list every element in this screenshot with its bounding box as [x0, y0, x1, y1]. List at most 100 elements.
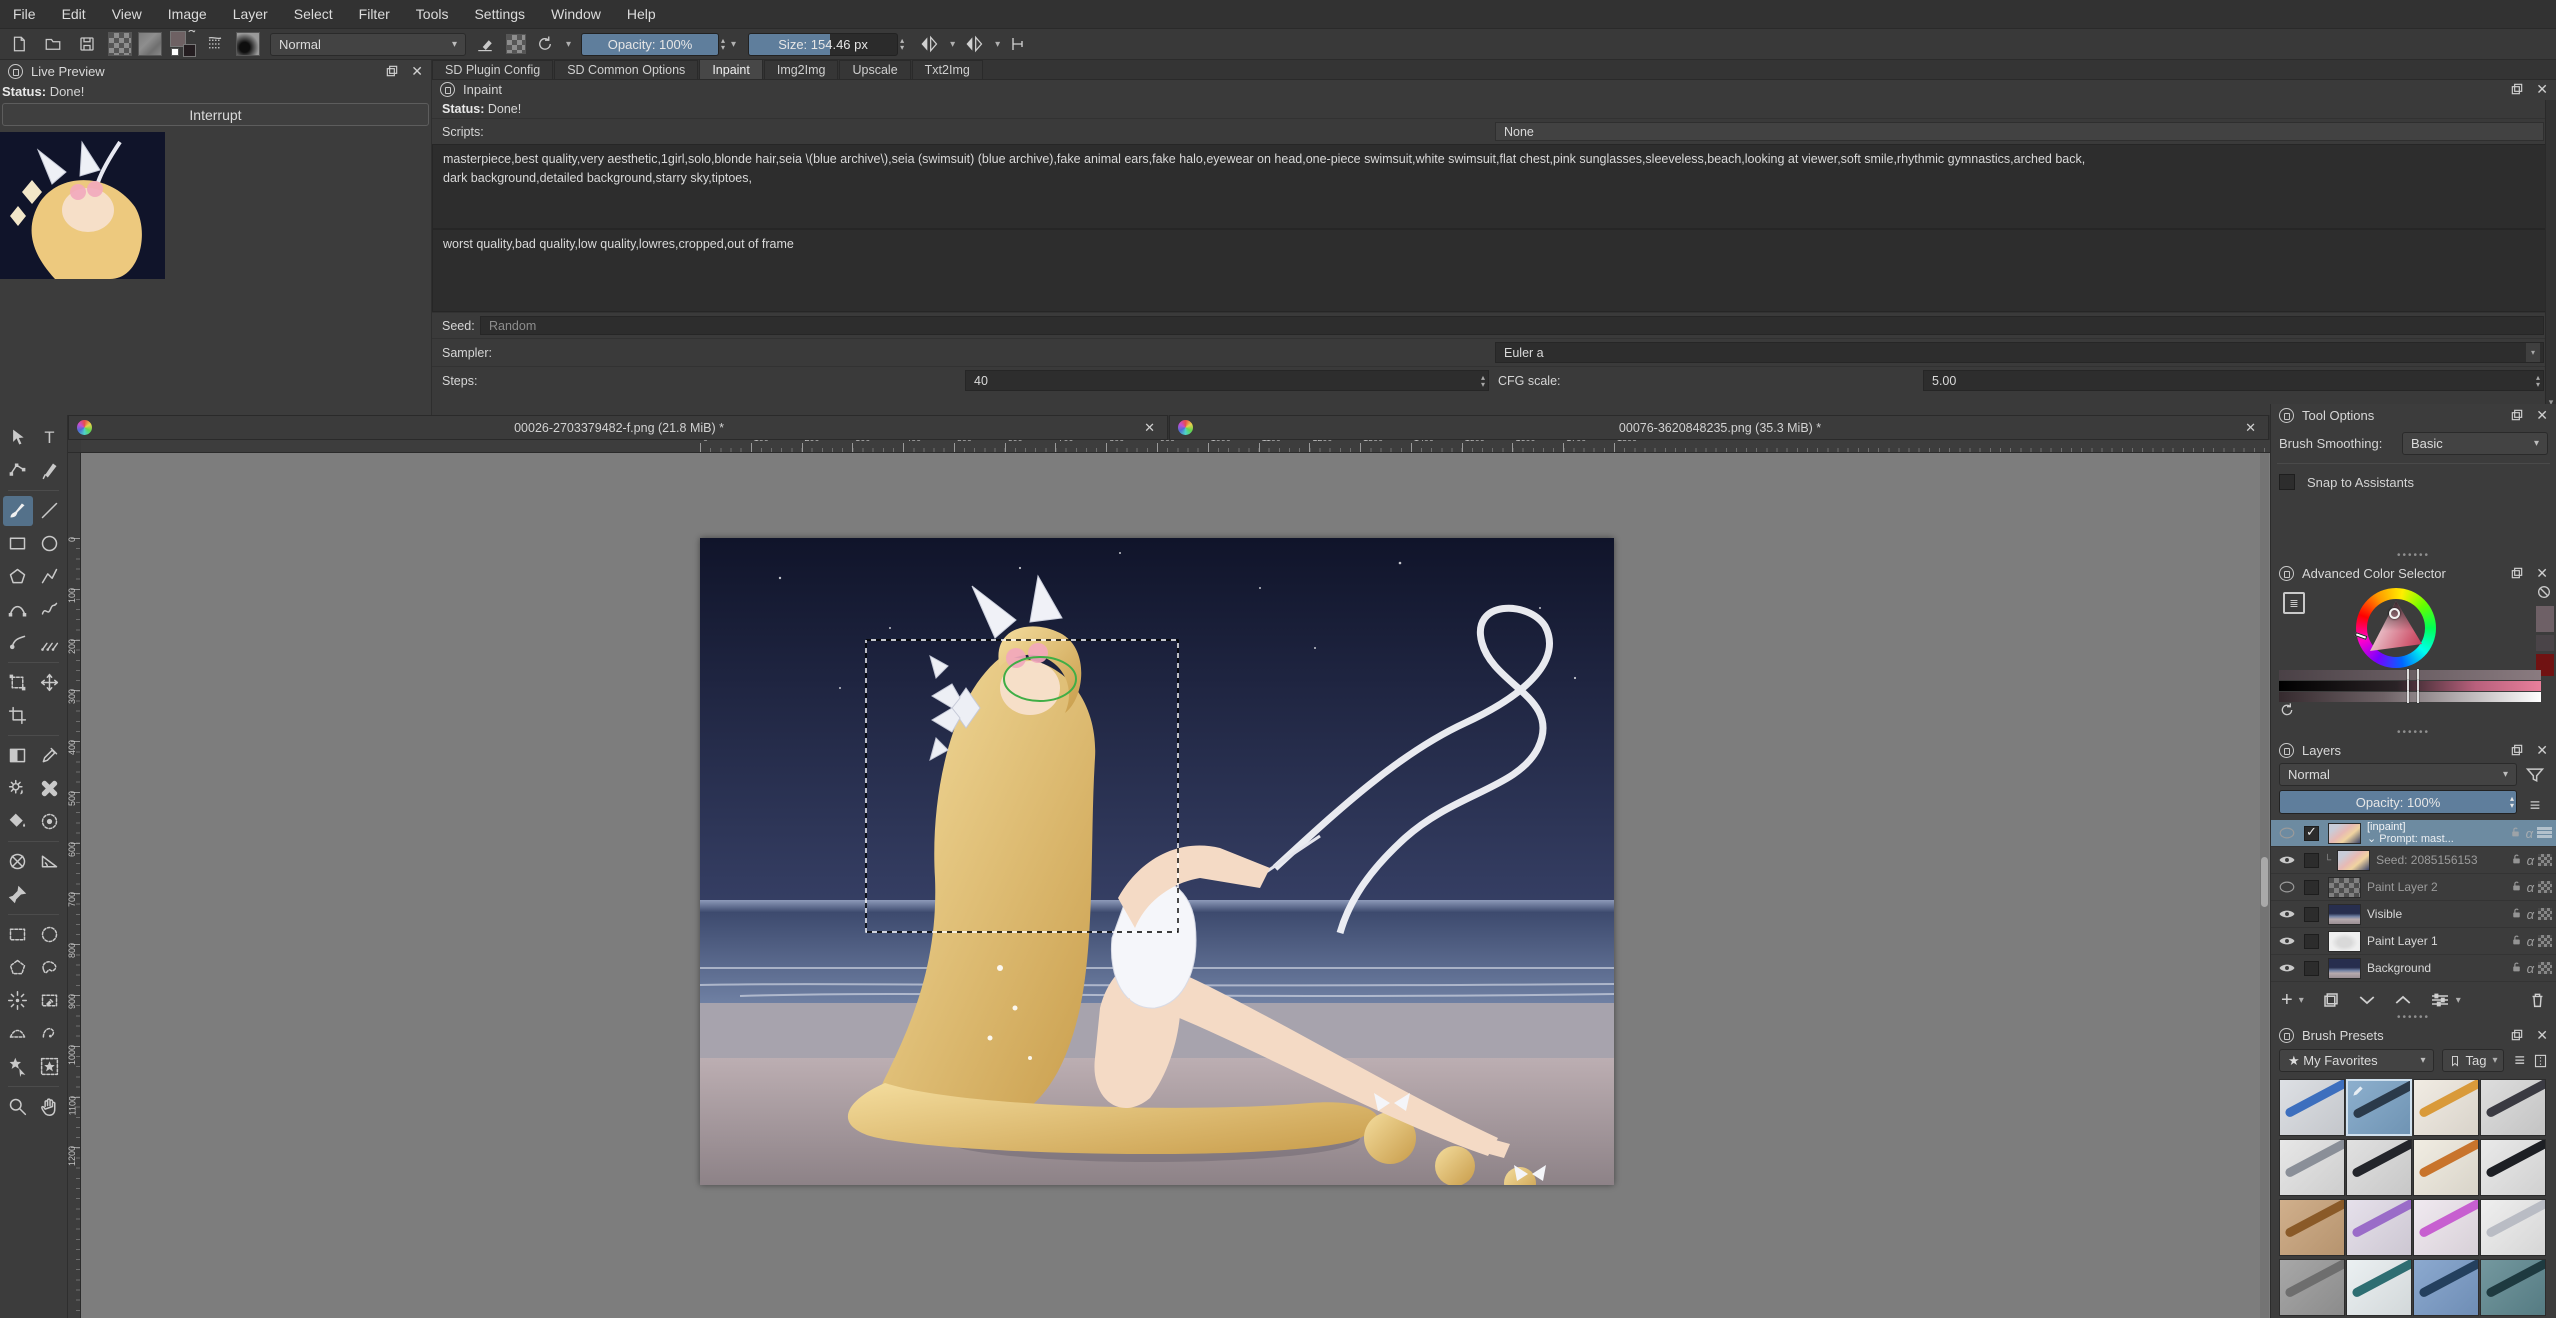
layer-row-4[interactable]: Visibleα	[2271, 901, 2556, 928]
close-tab-icon[interactable]: ✕	[2241, 420, 2260, 436]
close-tab-icon[interactable]: ✕	[1140, 420, 1159, 436]
layer-visible-icon[interactable]	[2275, 853, 2299, 867]
tab-sd-common-options[interactable]: SD Common Options	[554, 60, 698, 79]
menu-help[interactable]: Help	[614, 0, 669, 29]
docker-resize-handle[interactable]: ••••••	[2271, 552, 2556, 562]
layer-lock-icon[interactable]	[2510, 960, 2523, 977]
layer-inherit-alpha-icon[interactable]	[2538, 935, 2552, 947]
reference-images-tool-icon[interactable]	[3, 880, 33, 910]
layer-row-5[interactable]: Paint Layer 1α	[2271, 928, 2556, 955]
canvas-viewport[interactable]	[81, 453, 2270, 1318]
move-layer-down-button[interactable]	[2358, 993, 2376, 1007]
assistants-tool-icon[interactable]	[3, 847, 33, 877]
delete-layer-button[interactable]	[2529, 991, 2546, 1009]
interrupt-button[interactable]: Interrupt	[2, 103, 429, 126]
brush-smoothing-dropdown[interactable]: Basic▾	[2402, 432, 2548, 455]
document-tab-1[interactable]: 00026-2703379482-f.png (21.8 MiB) *✕	[68, 415, 1168, 440]
tab-sd-plugin-config[interactable]: SD Plugin Config	[432, 60, 553, 79]
fill-tool-icon[interactable]	[3, 807, 33, 837]
star-select-tool-icon[interactable]	[3, 1052, 33, 1082]
freehand-path-tool-icon[interactable]	[35, 595, 65, 625]
calligraphy-tool-icon[interactable]	[35, 456, 65, 486]
no-color-icon[interactable]	[2536, 584, 2552, 600]
layer-inherit-alpha-icon[interactable]	[2538, 962, 2552, 974]
layer-lock-icon[interactable]	[2510, 852, 2523, 869]
wrap-around-icon[interactable]	[1004, 31, 1034, 57]
tab-img2img[interactable]: Img2Img	[764, 60, 839, 79]
layer-hidden-icon[interactable]	[2275, 826, 2299, 840]
float-docker-icon[interactable]	[385, 64, 399, 78]
layer-checkbox[interactable]	[2304, 853, 2319, 868]
document-tab-2[interactable]: 00076-3620848235.png (35.3 MiB) *✕	[1169, 415, 2269, 440]
close-docker-icon[interactable]: ✕	[411, 64, 423, 78]
brush-preset-12[interactable]	[2480, 1199, 2546, 1256]
brush-preset-4[interactable]	[2480, 1079, 2546, 1136]
reload-preset-icon[interactable]	[530, 31, 560, 57]
menu-filter[interactable]: Filter	[346, 0, 403, 29]
docker-lock-icon[interactable]	[2279, 408, 2294, 423]
layer-alpha-icon[interactable]: α	[2527, 853, 2534, 868]
layer-blend-mode-dropdown[interactable]: Normal▾	[2279, 763, 2517, 786]
line-tool-icon[interactable]	[35, 496, 65, 526]
opacity-spin[interactable]: ▴▾	[721, 37, 725, 51]
size-spin[interactable]: ▴▾	[900, 37, 904, 51]
layer-inherit-alpha-icon[interactable]	[2538, 854, 2552, 866]
brush-preset-5[interactable]	[2279, 1139, 2345, 1196]
text-tool-icon[interactable]: T	[35, 423, 65, 453]
refresh-colors-icon[interactable]	[2279, 702, 2295, 718]
layer-properties-button[interactable]: ▾	[2430, 992, 2461, 1008]
brush-preset-1[interactable]	[2279, 1079, 2345, 1136]
polygon-select-tool-icon[interactable]	[3, 953, 33, 983]
close-docker-icon[interactable]: ✕	[2536, 82, 2548, 96]
enclose-fill-tool-icon[interactable]	[35, 807, 65, 837]
prompt-textarea[interactable]: masterpiece,best quality,very aesthetic,…	[432, 144, 2556, 229]
tab-txt2img[interactable]: Txt2Img	[912, 60, 983, 79]
docker-lock-icon[interactable]	[440, 82, 455, 97]
reload-caret-icon[interactable]: ▾	[566, 39, 571, 50]
brush-preset-11[interactable]	[2413, 1199, 2479, 1256]
fg-bg-colors[interactable]	[170, 31, 196, 57]
rect-select-tool-icon[interactable]	[3, 920, 33, 950]
menu-select[interactable]: Select	[281, 0, 346, 29]
brush-preset-list-icon[interactable]	[200, 31, 230, 57]
layer-checkbox[interactable]	[2304, 826, 2319, 841]
layer-row-2[interactable]: └Seed: 2085156153α	[2271, 847, 2556, 874]
dynamic-brush-tool-icon[interactable]	[3, 628, 33, 658]
freehand-brush-tool-icon[interactable]	[3, 496, 33, 526]
brush-editor-icon[interactable]	[236, 32, 260, 56]
shape-select-tool-icon[interactable]	[35, 1052, 65, 1082]
recent-color-swatch[interactable]	[2536, 635, 2554, 651]
layer-checkbox[interactable]	[2304, 961, 2319, 976]
brush-tag-dropdown[interactable]: ★ My Favorites▾	[2279, 1049, 2434, 1072]
layer-inherit-alpha-icon[interactable]	[2538, 881, 2552, 893]
canvas-vertical-scrollbar[interactable]	[2260, 453, 2269, 1318]
colorize-mask-tool-icon[interactable]	[3, 774, 33, 804]
layer-alpha-icon[interactable]: α	[2527, 934, 2534, 949]
layer-alpha-icon[interactable]: α	[2527, 907, 2534, 922]
brush-preset-6[interactable]	[2346, 1139, 2412, 1196]
color-sampler-tool-icon[interactable]	[35, 741, 65, 771]
close-docker-icon[interactable]: ✕	[2536, 408, 2548, 422]
layer-row-3[interactable]: Paint Layer 2α	[2271, 874, 2556, 901]
layer-lock-icon[interactable]	[2510, 906, 2523, 923]
menu-edit[interactable]: Edit	[49, 0, 99, 29]
size-slider[interactable]: Size: 154.46 px	[748, 33, 898, 56]
float-docker-icon[interactable]	[2510, 743, 2524, 757]
layer-alpha-icon[interactable]: α	[2527, 880, 2534, 895]
menu-image[interactable]: Image	[155, 0, 220, 29]
layer-checkbox[interactable]	[2304, 934, 2319, 949]
layer-lock-icon[interactable]	[2509, 825, 2522, 842]
layer-visible-icon[interactable]	[2275, 961, 2299, 975]
polygon-tool-icon[interactable]	[3, 562, 33, 592]
hue-ring[interactable]	[2356, 588, 2436, 668]
layer-checkbox[interactable]	[2304, 880, 2319, 895]
close-docker-icon[interactable]: ✕	[2536, 743, 2548, 757]
menu-view[interactable]: View	[99, 0, 155, 29]
rectangle-tool-icon[interactable]	[3, 529, 33, 559]
float-docker-icon[interactable]	[2510, 408, 2524, 422]
scripts-dropdown[interactable]: None	[1495, 122, 2544, 141]
steps-spinbox[interactable]: 40▴▾	[965, 370, 1489, 391]
mirror-vertical-icon[interactable]	[959, 31, 989, 57]
move-tool-icon[interactable]	[35, 668, 65, 698]
brush-preset-2[interactable]	[2346, 1079, 2412, 1136]
